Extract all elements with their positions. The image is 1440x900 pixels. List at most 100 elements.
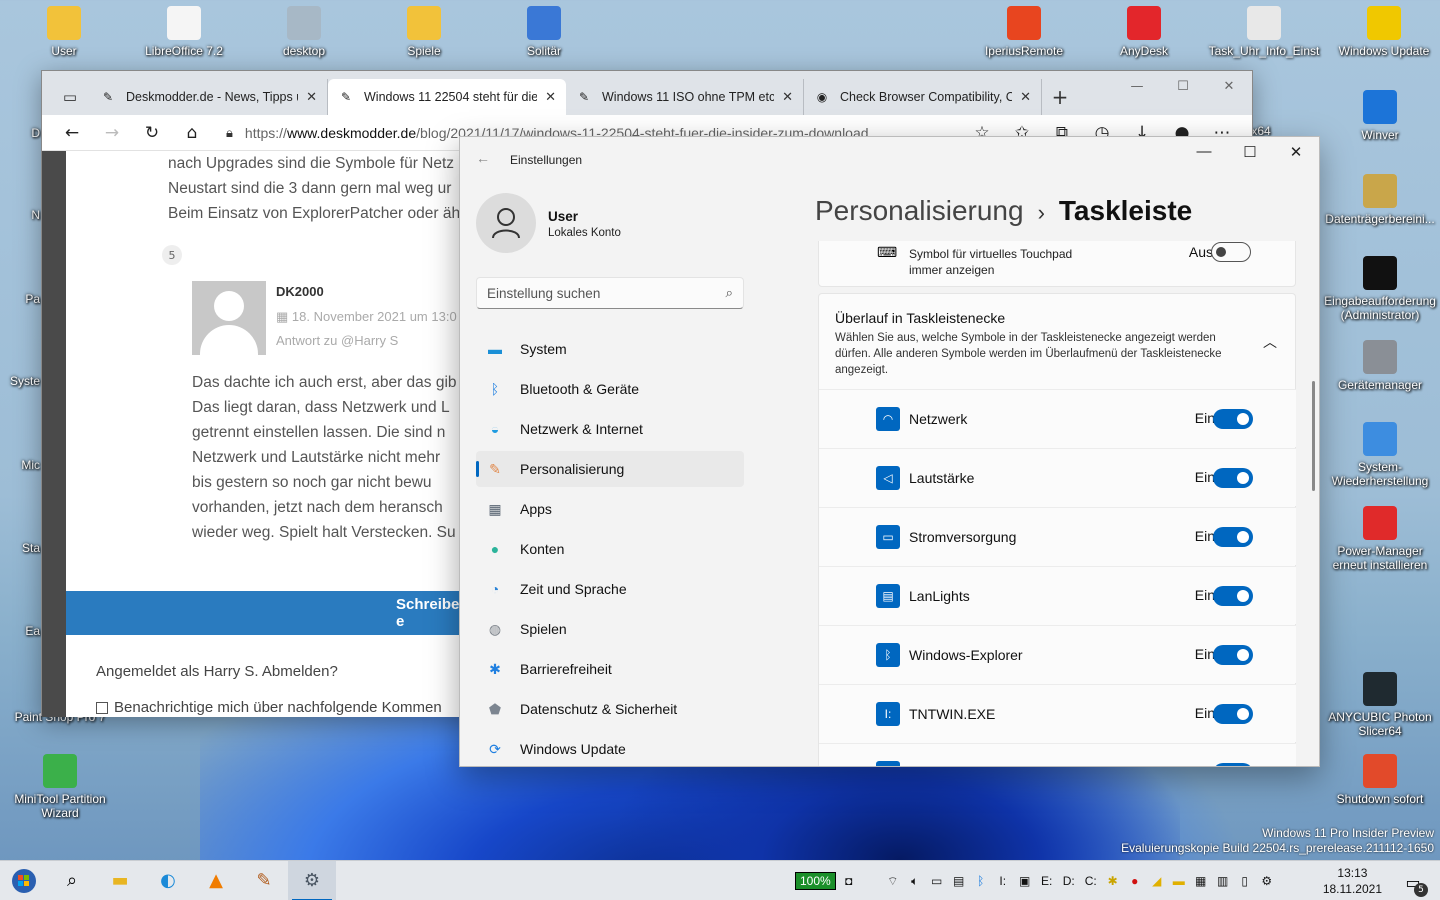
settings-search-input[interactable]: Einstellung suchen ⌕ <box>476 277 744 309</box>
new-tab-button[interactable]: + <box>1042 79 1078 115</box>
refresh-icon[interactable]: ↻ <box>132 123 172 143</box>
drive-d[interactable]: D: <box>1060 874 1078 888</box>
tntwin-icon[interactable]: I: <box>994 874 1012 888</box>
desktop-icon-right-5[interactable]: Power-Manager erneut installieren <box>1324 506 1436 572</box>
desktop-icon-6[interactable]: AnyDesk <box>1088 6 1200 58</box>
tab-close-icon[interactable]: ✕ <box>1020 89 1031 105</box>
lanlights-icon[interactable]: ▤ <box>950 874 968 888</box>
comment-author[interactable]: DK2000 <box>276 284 324 299</box>
nav-item-9[interactable]: ⬟ Datenschutz & Sicherheit <box>476 691 744 727</box>
tab-close-icon[interactable]: ✕ <box>545 89 556 105</box>
plug-icon[interactable]: ◘ <box>840 874 858 888</box>
browser-tab-2[interactable]: ✎ Windows 11 ISO ohne TPM etc. ✕ <box>566 79 804 115</box>
window-icon[interactable]: ▦ <box>1192 874 1210 888</box>
record-icon[interactable]: ● <box>1126 874 1144 888</box>
tool-icon[interactable]: ✱ <box>1104 874 1122 888</box>
desktop-edge-label[interactable]: Ea <box>0 624 40 638</box>
tray-item-toggle[interactable] <box>1213 704 1253 724</box>
monitor-icon[interactable]: ▣ <box>1016 874 1034 888</box>
tray-item-toggle[interactable] <box>1213 409 1253 429</box>
desktop-icon-right-4[interactable]: System-Wiederherstellung <box>1324 422 1436 488</box>
edge-icon[interactable]: ◐ <box>144 861 192 900</box>
desktop-icon-8[interactable]: Windows Update <box>1328 6 1440 58</box>
notify-checkbox[interactable] <box>96 701 108 714</box>
network-icon[interactable]: ⌔ <box>884 874 902 889</box>
desktop-icon-7[interactable]: Task_Uhr_Info_Einst <box>1208 6 1320 58</box>
shield-tray-icon[interactable]: ▥ <box>1214 874 1232 888</box>
nav-item-10[interactable]: ⟳ Windows Update <box>476 731 744 766</box>
settings-gear-icon[interactable]: ⚙ <box>288 860 336 900</box>
paint-icon[interactable]: ✎ <box>240 861 288 900</box>
desktop-icon-1[interactable]: LibreOffice 7.2 <box>128 6 240 58</box>
desktop-icon-0[interactable]: User <box>8 6 120 58</box>
battery-percent[interactable]: 100% <box>795 872 836 890</box>
maximize-icon[interactable]: ☐ <box>1227 143 1273 161</box>
drive-e[interactable]: E: <box>1038 874 1056 888</box>
forward-icon[interactable]: → <box>92 123 132 143</box>
nav-item-1[interactable]: ᛒ Bluetooth & Geräte <box>476 371 744 407</box>
bluetooth-icon[interactable]: ᛒ <box>972 874 990 888</box>
drive-c[interactable]: C: <box>1082 874 1100 888</box>
close-icon[interactable]: ✕ <box>1206 79 1252 94</box>
volume-icon[interactable]: 🔈︎ <box>906 874 924 889</box>
desktop-icon-right-3[interactable]: Gerätemanager <box>1324 340 1436 392</box>
desktop-edge-label[interactable]: Syste <box>0 374 40 388</box>
desktop-edge-label[interactable]: Sta <box>0 541 40 555</box>
desktop-icon-2[interactable]: desktop <box>248 6 360 58</box>
nav-item-6[interactable]: ◔ Zeit und Sprache <box>476 571 744 607</box>
notify-checkbox-row[interactable]: Benachrichtige mich über nachfolgende Ko… <box>96 699 442 716</box>
desktop-edge-label[interactable]: Mic <box>0 458 40 472</box>
browser-tab-0[interactable]: ✎ Deskmodder.de - News, Tipps u ✕ <box>90 79 328 115</box>
minimize-icon[interactable]: — <box>1181 143 1227 161</box>
desktop-icon-right-1[interactable]: Datenträgerbereini... <box>1324 174 1436 226</box>
desktop-icon-4[interactable]: Solitär <box>488 6 600 58</box>
tray-item-toggle[interactable] <box>1213 763 1253 766</box>
browser-tab-3[interactable]: ◉ Check Browser Compatibility, Cr ✕ <box>804 79 1042 115</box>
reply-to-link[interactable]: Antwort zu @Harry S <box>276 333 398 348</box>
nav-item-0[interactable]: ▬ System <box>476 331 744 367</box>
home-icon[interactable]: ⌂ <box>172 123 212 143</box>
search-icon[interactable]: ⌕ <box>48 861 96 900</box>
maximize-icon[interactable]: ☐ <box>1160 79 1206 94</box>
chevron-up-icon[interactable]: ︿ <box>1263 332 1277 352</box>
desktop-icon-5[interactable]: IperiusRemote <box>968 6 1080 58</box>
nav-item-8[interactable]: ✱ Barrierefreiheit <box>476 651 744 687</box>
settings-scrollbar[interactable] <box>1312 381 1315 491</box>
usb-icon[interactable]: ▯ <box>1236 874 1254 888</box>
tray-item-toggle[interactable] <box>1213 645 1253 665</box>
back-arrow-icon[interactable]: ← <box>476 150 490 166</box>
desktop-edge-label[interactable]: N <box>0 208 40 222</box>
clock[interactable]: 13:13 18.11.2021 <box>1323 865 1382 897</box>
desktop-icon-right-7[interactable]: Shutdown sofort <box>1324 754 1436 806</box>
tray-item-toggle[interactable] <box>1213 468 1253 488</box>
folder-icon[interactable]: ▬ <box>1170 874 1188 888</box>
tray-item-toggle[interactable] <box>1213 586 1253 606</box>
gear-icon[interactable]: ⚙ <box>1258 874 1276 888</box>
desktop-icon-right-6[interactable]: ANYCUBIC Photon Slicer64 <box>1324 672 1436 738</box>
desktop-edge-label[interactable]: D <box>0 126 40 140</box>
start-button[interactable] <box>0 861 48 900</box>
browser-tab-1[interactable]: ✎ Windows 11 22504 steht für die ✕ <box>328 79 566 115</box>
desktop-icon-right-2[interactable]: Eingabeaufforderung (Administrator) <box>1324 256 1436 322</box>
tab-close-icon[interactable]: ✕ <box>782 89 793 105</box>
pen-icon[interactable]: ◢ <box>1148 874 1166 888</box>
nav-item-7[interactable]: ◍ Spielen <box>476 611 744 647</box>
desktop-icon-left-1[interactable]: MiniTool Partition Wizard <box>4 754 116 820</box>
user-avatar[interactable] <box>476 193 536 253</box>
notification-center-icon[interactable]: ▭ 5 <box>1400 869 1428 897</box>
desktop-icon-3[interactable]: Spiele <box>368 6 480 58</box>
file-explorer-icon[interactable]: ▬ <box>96 861 144 900</box>
vlc-icon[interactable]: ▲ <box>192 861 240 900</box>
battery-icon[interactable]: ▭ <box>928 874 946 888</box>
nav-item-4[interactable]: ▦ Apps <box>476 491 744 527</box>
touchpad-toggle[interactable] <box>1211 242 1251 262</box>
desktop-edge-label[interactable]: Pa <box>0 292 40 306</box>
close-icon[interactable]: ✕ <box>1273 143 1319 161</box>
nav-item-5[interactable]: ● Konten <box>476 531 744 567</box>
breadcrumb-parent[interactable]: Personalisierung <box>815 195 1024 226</box>
nav-item-3[interactable]: ✎ Personalisierung <box>476 451 744 487</box>
tab-actions-icon[interactable]: ▭ <box>50 79 90 115</box>
desktop-icon-right-0[interactable]: Winver <box>1324 90 1436 142</box>
tab-close-icon[interactable]: ✕ <box>306 89 317 105</box>
nav-item-2[interactable]: ◒ Netzwerk & Internet <box>476 411 744 447</box>
